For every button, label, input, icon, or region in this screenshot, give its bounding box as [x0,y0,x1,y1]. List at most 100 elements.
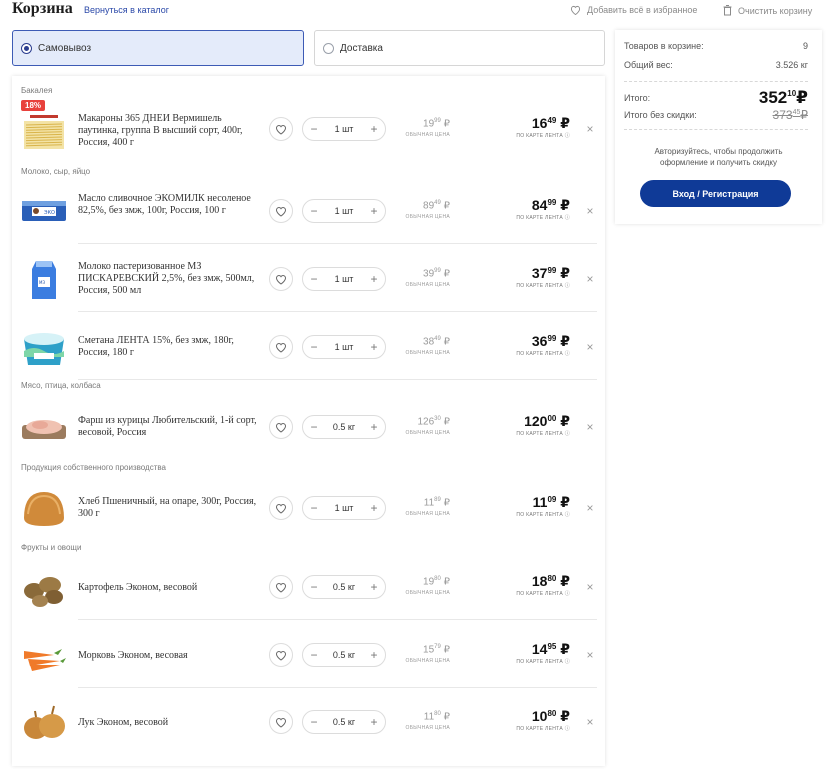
onion-image[interactable] [20,698,68,746]
add-to-favorites-button[interactable] [269,335,293,359]
product-name[interactable]: Молоко пастеризованное МЗ ПИСКАРЕВСКИЙ 2… [78,261,260,297]
quantity-stepper[interactable]: − 0.5 кг + [302,643,386,667]
auth-prompt: Авторизуйтесь, чтобы продолжить оформлен… [654,147,783,167]
product-name[interactable]: Масло сливочное ЭКОМИЛК несоленое 82,5%,… [78,193,260,217]
delivery-option-courier[interactable]: Доставка [314,30,605,66]
product-name[interactable]: Сметана ЛЕНТА 15%, без змж, 180г, Россия… [78,335,260,359]
quantity-stepper[interactable]: − 0.5 кг + [302,710,386,734]
add-to-favorites-button[interactable] [269,415,293,439]
quantity-value: 1 шт [334,503,354,513]
remove-item-icon[interactable]: × [584,341,596,353]
total-no-discount-value: 37345₽ [772,108,808,122]
total-weight-row: Общий вес: 3.526 кг [624,60,808,70]
add-to-favorites-button[interactable] [269,643,293,667]
remove-item-icon[interactable]: × [584,421,596,433]
product-name[interactable]: Картофель Эконом, весовой [78,582,260,594]
increase-quantity-button[interactable]: + [368,716,380,728]
increase-quantity-button[interactable]: + [368,502,380,514]
increase-quantity-button[interactable]: + [368,421,380,433]
increase-quantity-button[interactable]: + [368,123,380,135]
discount-badge: 18% [21,100,46,111]
quantity-stepper[interactable]: − 0.5 кг + [302,415,386,439]
add-all-favorites-label: Добавить всё в избранное [587,5,698,15]
regular-price: 8949 ₽ [423,200,450,212]
add-all-favorites-button[interactable]: Добавить всё в избранное [570,5,697,15]
add-to-favorites-button[interactable] [269,199,293,223]
decrease-quantity-button[interactable]: − [308,421,320,433]
increase-quantity-button[interactable]: + [368,273,380,285]
pasta-image[interactable] [20,105,68,153]
summary-divider [624,81,808,82]
quantity-stepper[interactable]: − 1 шт + [302,267,386,291]
increase-quantity-button[interactable]: + [368,649,380,661]
decrease-quantity-button[interactable]: − [308,341,320,353]
add-to-favorites-button[interactable] [269,267,293,291]
decrease-quantity-button[interactable]: − [308,502,320,514]
quantity-stepper[interactable]: − 1 шт + [302,199,386,223]
radio-selected-icon [21,42,32,54]
minced-meat-image[interactable] [20,403,68,451]
card-price: 1080 ₽ [531,708,570,724]
regular-price-label: ОБЫЧНАЯ ЦЕНА [405,430,450,436]
remove-item-icon[interactable]: × [584,502,596,514]
add-to-favorites-button[interactable] [269,710,293,734]
cart-list: Бакалея 18% Макароны 365 ДНЕИ Вермишель па… [12,76,605,766]
product-name[interactable]: Лук Эконом, весовой [78,717,260,729]
decrease-quantity-button[interactable]: − [308,581,320,593]
total-no-discount-row: Итого без скидки: 37345₽ [624,108,808,122]
decrease-quantity-button[interactable]: − [308,273,320,285]
product-name[interactable]: Морковь Эконом, весовая [78,650,260,662]
decrease-quantity-button[interactable]: − [308,123,320,135]
remove-item-icon[interactable]: × [584,205,596,217]
card-price: 1109 ₽ [532,494,570,510]
regular-price: 3999 ₽ [423,268,450,280]
category-label: Мясо, птица, колбаса [21,381,101,390]
milk-image[interactable]: МЗ [20,255,68,303]
decrease-quantity-button[interactable]: − [308,716,320,728]
courier-label: Доставка [340,42,383,54]
cart-item-row: Картофель Эконом, весовой − 0.5 кг +1980… [12,554,605,620]
page-title: Корзина [12,0,73,17]
card-price-label: ПО КАРТЕ ЛЕНТА ⓘ [516,133,570,139]
quantity-stepper[interactable]: − 1 шт + [302,496,386,520]
quantity-value: 1 шт [334,206,354,216]
increase-quantity-button[interactable]: + [368,341,380,353]
trash-icon [723,5,732,16]
add-to-favorites-button[interactable] [269,496,293,520]
row-divider [78,379,597,380]
regular-price: 3849 ₽ [423,336,450,348]
sour-cream-image[interactable] [20,323,68,371]
login-register-button[interactable]: Вход / Регистрация [640,180,791,207]
carrot-image[interactable] [20,631,68,679]
remove-item-icon[interactable]: × [584,123,596,135]
back-to-catalog-link[interactable]: Вернуться в каталог [84,5,169,15]
regular-price-label: ОБЫЧНАЯ ЦЕНА [405,282,450,288]
increase-quantity-button[interactable]: + [368,205,380,217]
product-name[interactable]: Хлеб Пшеничный, на опаре, 300г, Россия, … [78,496,260,520]
items-count-value: 9 [802,41,808,51]
summary-divider [624,129,808,130]
potato-image[interactable] [20,563,68,611]
product-name[interactable]: Макароны 365 ДНЕИ Вермишель паутинка, гр… [78,113,260,149]
quantity-stepper[interactable]: − 0.5 кг + [302,575,386,599]
total-weight-value: 3.526 кг [775,60,808,70]
decrease-quantity-button[interactable]: − [308,205,320,217]
decrease-quantity-button[interactable]: − [308,649,320,661]
delivery-option-pickup[interactable]: Самовывоз [12,30,304,66]
increase-quantity-button[interactable]: + [368,581,380,593]
card-price: 12000 ₽ [524,413,570,429]
add-to-favorites-button[interactable] [269,575,293,599]
product-name[interactable]: Фарш из курицы Любительский, 1-й сорт, в… [78,415,260,439]
heart-icon [275,274,287,285]
remove-item-icon[interactable]: × [584,273,596,285]
quantity-stepper[interactable]: − 1 шт + [302,117,386,141]
remove-item-icon[interactable]: × [584,581,596,593]
category-label: Бакалея [21,86,53,95]
remove-item-icon[interactable]: × [584,716,596,728]
remove-item-icon[interactable]: × [584,649,596,661]
butter-image[interactable]: ЭКО [20,187,68,235]
bread-image[interactable] [20,484,68,532]
add-to-favorites-button[interactable] [269,117,293,141]
clear-cart-button[interactable]: Очистить корзину [723,5,812,16]
quantity-stepper[interactable]: − 1 шт + [302,335,386,359]
